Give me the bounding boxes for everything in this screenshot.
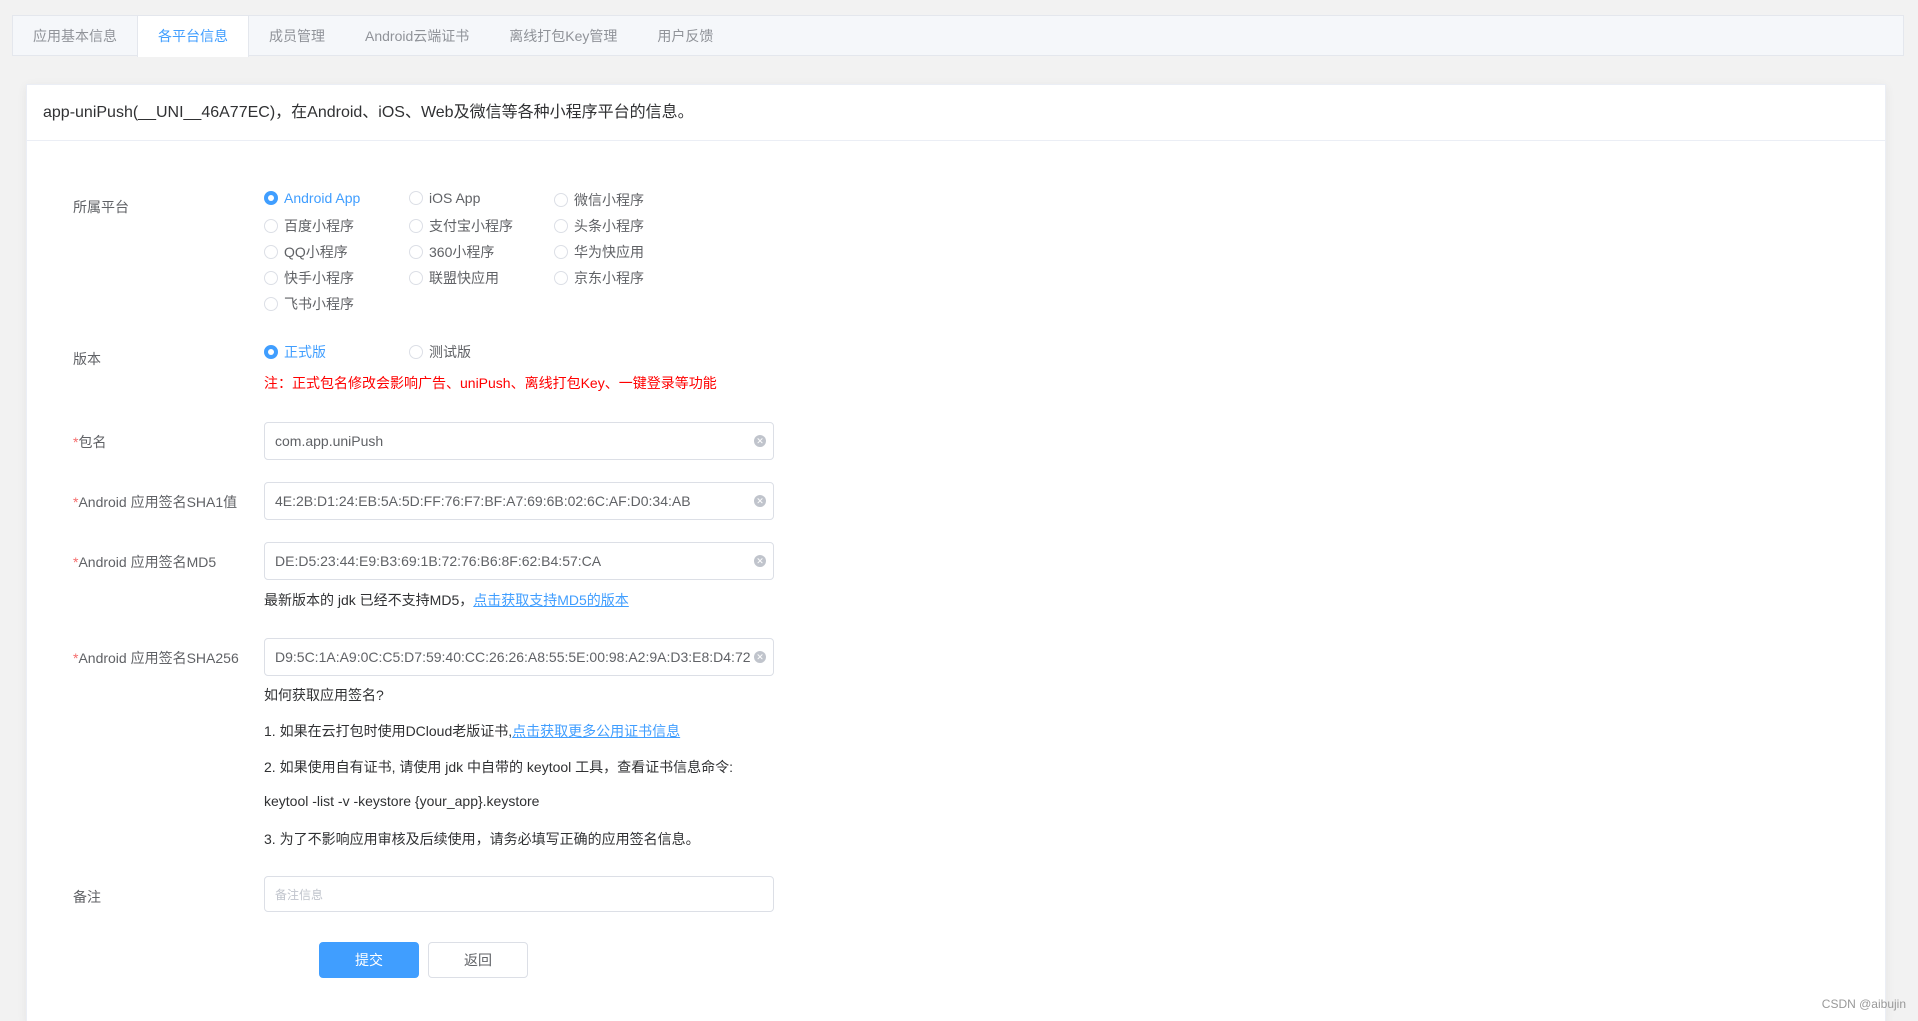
radio-dot [554,219,568,233]
clear-icon[interactable]: ✕ [754,651,766,663]
tab-member-management[interactable]: 成员管理 [249,16,345,56]
back-button[interactable]: 返回 [428,942,528,978]
radio-dot [554,271,568,285]
radio-360-mp[interactable]: 360小程序 [409,242,494,262]
help-line-1: 1. 如果在云打包时使用DCloud老版证书,点击获取更多公用证书信息 [264,723,681,739]
radio-ios-app[interactable]: iOS App [409,190,480,206]
remark-input[interactable]: 备注信息 [264,876,774,912]
tab-app-basic-info[interactable]: 应用基本信息 [13,16,137,56]
card-title: app-uniPush(__UNI__46A77EC)，在Android、iOS… [27,85,1885,141]
tab-android-cloud-cert[interactable]: Android云端证书 [345,16,489,56]
platform-label: 所属平台 [73,199,129,215]
package-name-input[interactable]: com.app.uniPush ✕ [264,422,774,460]
radio-toutiao-mp[interactable]: 头条小程序 [554,216,644,236]
help-title: 如何获取应用签名? [264,687,384,703]
radio-dot [264,345,278,359]
radio-release-version[interactable]: 正式版 [264,342,326,362]
clear-icon[interactable]: ✕ [754,555,766,567]
radio-dot [264,271,278,285]
radio-kuaishou-mp[interactable]: 快手小程序 [264,268,354,288]
radio-dot [264,191,278,205]
tab-offline-key[interactable]: 离线打包Key管理 [489,16,637,56]
remark-label: 备注 [73,889,101,905]
radio-baidu-mp[interactable]: 百度小程序 [264,216,354,236]
radio-dot [264,297,278,311]
public-cert-link[interactable]: 点击获取更多公用证书信息 [512,723,680,739]
keytool-command: keytool -list -v -keystore {your_app}.ke… [264,793,540,809]
version-label: 版本 [73,351,101,367]
platform-info-card: app-uniPush(__UNI__46A77EC)，在Android、iOS… [26,84,1886,1021]
sha1-input[interactable]: 4E:2B:D1:24:EB:5A:5D:FF:76:F7:BF:A7:69:6… [264,482,774,520]
md5-label: *Android 应用签名MD5 [73,554,217,570]
sha1-label: *Android 应用签名SHA1值 [73,494,238,510]
tab-user-feedback[interactable]: 用户反馈 [637,16,733,56]
radio-dot [409,271,423,285]
help-line-2: 2. 如果使用自有证书, 请使用 jdk 中自带的 keytool 工具，查看证… [264,759,734,775]
md5-version-link[interactable]: 点击获取支持MD5的版本 [473,592,629,608]
radio-wechat-mp[interactable]: 微信小程序 [554,190,644,210]
radio-android-app[interactable]: Android App [264,190,360,206]
sha256-input[interactable]: D9:5C:1A:A9:0C:C5:D7:59:40:CC:26:26:A8:5… [264,638,774,676]
radio-dot [554,245,568,259]
radio-union-quickapp[interactable]: 联盟快应用 [409,268,499,288]
radio-huawei-quickapp[interactable]: 华为快应用 [554,242,644,262]
md5-hint: 最新版本的 jdk 已经不支持MD5，点击获取支持MD5的版本 [264,592,629,608]
radio-dot [554,193,568,207]
sha256-label: *Android 应用签名SHA256 [73,650,239,666]
clear-icon[interactable]: ✕ [754,435,766,447]
clear-icon[interactable]: ✕ [754,495,766,507]
package-name-label: *包名 [73,434,107,450]
radio-dot [264,219,278,233]
radio-qq-mp[interactable]: QQ小程序 [264,242,348,262]
radio-dot [409,219,423,233]
tab-bar: 应用基本信息 各平台信息 成员管理 Android云端证书 离线打包Key管理 … [12,15,1904,57]
radio-jd-mp[interactable]: 京东小程序 [554,268,644,288]
radio-test-version[interactable]: 测试版 [409,342,471,362]
radio-dot [409,245,423,259]
tab-platform-info[interactable]: 各平台信息 [137,16,249,57]
radio-feishu-mp[interactable]: 飞书小程序 [264,294,354,314]
md5-input[interactable]: DE:D5:23:44:E9:B3:69:1B:72:76:B6:8F:62:B… [264,542,774,580]
radio-dot [409,345,423,359]
submit-button[interactable]: 提交 [319,942,419,978]
radio-dot [409,191,423,205]
radio-alipay-mp[interactable]: 支付宝小程序 [409,216,513,236]
help-line-3: 3. 为了不影响应用审核及后续使用，请务必填写正确的应用签名信息。 [264,831,700,847]
version-warning: 注：正式包名修改会影响广告、uniPush、离线打包Key、一键登录等功能 [264,375,717,391]
watermark: CSDN @aibujin [1821,997,1906,1011]
radio-dot [264,245,278,259]
